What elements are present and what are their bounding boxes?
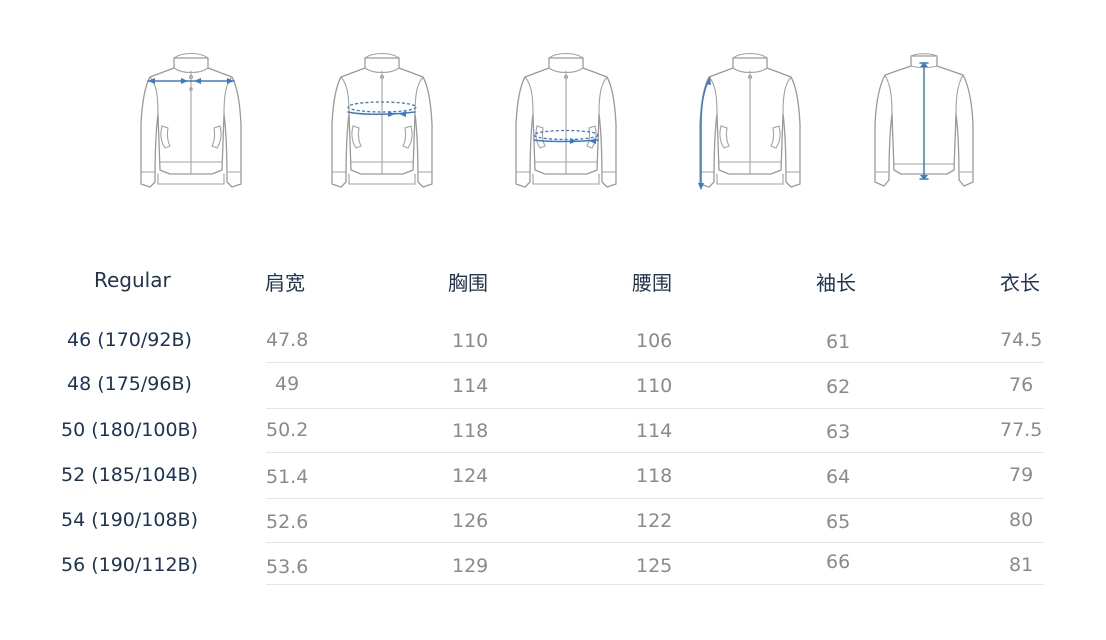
waist-value: 122	[636, 510, 673, 532]
shoulder-value: 52.6	[266, 511, 309, 533]
jacket-front-icon	[331, 52, 433, 188]
length-value: 76	[1009, 374, 1034, 396]
length-value: 80	[1009, 509, 1034, 531]
sleeve-value: 61	[826, 331, 851, 353]
sleeve-value: 63	[826, 421, 851, 443]
shoulder-value: 49	[275, 373, 300, 395]
waist-measure-illustration	[509, 44, 623, 200]
chest-value: 110	[452, 330, 489, 352]
waist-value: 125	[636, 555, 673, 577]
jacket-front-icon	[698, 52, 801, 190]
chest-value: 114	[452, 375, 489, 397]
body-length-header: 衣长	[1000, 271, 1040, 295]
waist-value: 114	[636, 420, 673, 442]
jacket-back-icon	[874, 53, 974, 187]
shoulder-value: 53.6	[266, 556, 309, 578]
chest-value: 118	[452, 420, 489, 442]
sleeve-length-header: 袖长	[816, 271, 856, 295]
sleeve-value: 66	[826, 551, 851, 573]
waist-header: 腰围	[632, 271, 672, 295]
size-column-header: Regular	[94, 268, 171, 292]
sleeve-value: 64	[826, 466, 851, 488]
chest-value: 124	[452, 465, 489, 487]
sleeve-value: 62	[826, 376, 851, 398]
size-label: 50 (180/100B)	[61, 419, 199, 441]
size-label: 54 (190/108B)	[61, 509, 199, 531]
chest-header: 胸围	[448, 271, 488, 295]
waist-value: 110	[636, 375, 673, 397]
jacket-front-icon	[515, 52, 617, 188]
length-value: 81	[1009, 554, 1034, 576]
shoulder-value: 50.2	[266, 419, 309, 441]
shoulder-value: 47.8	[266, 329, 309, 351]
length-value: 77.5	[1000, 419, 1043, 441]
chest-value: 126	[452, 510, 489, 532]
row-divider	[266, 408, 1044, 409]
length-value: 74.5	[1000, 329, 1043, 351]
waist-value: 106	[636, 330, 673, 352]
row-divider	[266, 452, 1044, 453]
shoulder-value: 51.4	[266, 466, 309, 488]
sleeve-measure-illustration	[693, 44, 807, 200]
size-label: 56 (190/112B)	[61, 554, 199, 576]
shoulder-width-header: 肩宽	[265, 271, 305, 295]
row-divider	[266, 498, 1044, 499]
chest-measure-illustration	[325, 44, 439, 200]
length-measure-illustration	[867, 44, 981, 200]
size-label: 46 (170/92B)	[67, 329, 192, 351]
sleeve-value: 65	[826, 511, 851, 533]
jacket-front-icon	[140, 52, 242, 188]
row-divider	[266, 542, 1044, 543]
length-value: 79	[1009, 464, 1034, 486]
row-divider	[266, 584, 1044, 585]
shoulder-measure-illustration	[134, 44, 248, 200]
chest-value: 129	[452, 555, 489, 577]
waist-value: 118	[636, 465, 673, 487]
size-label: 48 (175/96B)	[67, 373, 192, 395]
size-label: 52 (185/104B)	[61, 464, 199, 486]
row-divider	[266, 362, 1044, 363]
